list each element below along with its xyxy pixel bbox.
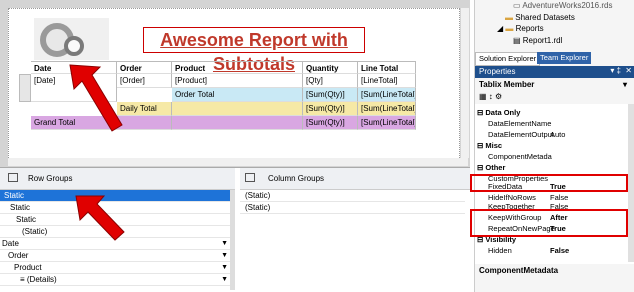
row-group-label: ≡ (Details) bbox=[20, 275, 57, 284]
properties-object-label: Tablix Member bbox=[479, 80, 535, 89]
tree-item-label: Shared Datasets bbox=[515, 13, 575, 22]
tab-team-explorer[interactable]: Team Explorer bbox=[537, 52, 592, 64]
tree-item-label: Report1.rdl bbox=[522, 36, 563, 45]
category-misc[interactable]: ⊟ Misc bbox=[475, 141, 627, 151]
tree-item-datasource[interactable]: ▭ AdventureWorks2016.rds bbox=[513, 1, 612, 10]
header-product[interactable]: Product bbox=[172, 61, 303, 74]
category-data-only[interactable]: ⊟ Data Only bbox=[475, 108, 627, 118]
properties-object[interactable]: Tablix Member ▾ bbox=[479, 80, 629, 90]
daily-total-qty[interactable]: [Sum(Qty)] bbox=[303, 102, 358, 116]
tree-item-label: AdventureWorks2016.rds bbox=[522, 1, 613, 10]
close-icon[interactable]: ✕ bbox=[625, 66, 632, 75]
report-title[interactable]: Awesome Report with Subtotals bbox=[143, 27, 365, 74]
highlight-keepwithgroup bbox=[470, 209, 628, 237]
highlight-fixeddata bbox=[470, 174, 628, 192]
cell-qty[interactable]: [Qty] bbox=[303, 74, 358, 88]
properties-header: Properties ▾ ‡ ✕ bbox=[475, 66, 634, 78]
row-group-label: Order bbox=[8, 251, 29, 260]
row-group-item[interactable]: Order ▼ bbox=[0, 250, 230, 262]
report-logo[interactable] bbox=[34, 18, 109, 60]
header-line-total[interactable]: Line Total bbox=[358, 61, 416, 74]
property-row[interactable]: DataElementOutput Auto bbox=[475, 130, 627, 140]
daily-total-line[interactable]: [Sum(LineTotal)] bbox=[358, 102, 416, 116]
folder-icon: ▬ bbox=[505, 24, 516, 33]
pin-icon[interactable]: ▾ ‡ bbox=[610, 66, 621, 75]
wrench-icon[interactable]: ⚙ bbox=[495, 92, 502, 101]
header-quantity[interactable]: Quantity bbox=[303, 61, 358, 74]
report-file-icon: ▤ bbox=[513, 36, 523, 45]
row-group-label: Static bbox=[16, 215, 37, 224]
column-group-label: (Static) bbox=[245, 191, 271, 200]
folder-icon: ▬ bbox=[505, 13, 516, 22]
explorer-tabs: Solution Explorer Team Explorer bbox=[475, 52, 634, 66]
row-group-item[interactable]: ≡ (Details) ▼ bbox=[0, 274, 230, 286]
arrow-annotation-icon bbox=[69, 64, 123, 132]
row-groups-label: Row Groups bbox=[28, 174, 73, 183]
properties-description: ComponentMetadata bbox=[479, 266, 559, 275]
tree-item-shared-datasets[interactable]: ▬ Shared Datasets bbox=[505, 13, 575, 22]
column-groups-header: Column Groups bbox=[240, 168, 470, 190]
arrow-annotation-icon bbox=[75, 195, 125, 241]
row-group-label: (Static) bbox=[22, 227, 48, 236]
property-row[interactable]: DataElementName bbox=[475, 119, 627, 129]
row-groups-header: Row Groups bbox=[0, 168, 235, 190]
grand-total-qty[interactable]: [Sum(Qty)] bbox=[303, 116, 358, 130]
column-groups-list: (Static) (Static) bbox=[240, 190, 470, 292]
properties-toolbar: ▦ ↕ ⚙ bbox=[479, 92, 519, 102]
row-group-label: Static bbox=[4, 191, 25, 200]
tree-item-label: Reports bbox=[515, 24, 544, 33]
categorized-icon[interactable]: ▦ bbox=[479, 92, 487, 101]
column-group-item[interactable]: (Static) bbox=[240, 202, 465, 214]
column-groups-label: Column Groups bbox=[268, 174, 325, 183]
order-total-qty[interactable]: [Sum(Qty)] bbox=[303, 88, 358, 102]
order-total-line[interactable]: [Sum(LineTotal)] bbox=[358, 88, 416, 102]
column-group-item[interactable]: (Static) bbox=[240, 190, 465, 202]
chevron-down-icon[interactable]: ▼ bbox=[221, 274, 228, 286]
datasource-icon: ▭ bbox=[513, 1, 523, 10]
report-design-surface: Awesome Report with Subtotals Date Order… bbox=[0, 0, 470, 168]
gear-small-icon bbox=[64, 36, 84, 56]
tab-solution-explorer[interactable]: Solution Explorer bbox=[475, 52, 541, 66]
right-panel: ▭ AdventureWorks2016.rds ▬ Shared Datase… bbox=[474, 0, 634, 292]
properties-title: Properties bbox=[479, 67, 516, 76]
property-row[interactable]: Hidden False bbox=[475, 246, 627, 256]
chevron-down-icon[interactable]: ▾ bbox=[623, 80, 627, 89]
category-other[interactable]: ⊟ Other bbox=[475, 163, 627, 173]
grand-total-blank[interactable] bbox=[172, 116, 303, 130]
row-group-item[interactable]: Product ▼ bbox=[0, 262, 230, 274]
grid-icon bbox=[245, 173, 255, 182]
row-group-label: Date bbox=[2, 239, 19, 248]
cell-product[interactable]: [Product] bbox=[172, 74, 303, 88]
row-handle[interactable] bbox=[19, 74, 31, 102]
row-groups-scrollbar[interactable] bbox=[230, 190, 235, 290]
design-horizontal-scrollbar[interactable] bbox=[8, 158, 468, 166]
tree-item-reports[interactable]: ◢ ▬ Reports bbox=[497, 24, 544, 33]
cell-line-total[interactable]: [LineTotal] bbox=[358, 74, 416, 88]
design-vertical-scrollbar[interactable] bbox=[461, 8, 469, 158]
property-row[interactable]: ComponentMetada bbox=[475, 152, 627, 162]
chevron-down-icon[interactable]: ▼ bbox=[221, 238, 228, 250]
alphabetical-icon[interactable]: ↕ bbox=[489, 92, 493, 101]
tree-item-report1[interactable]: ▤ Report1.rdl bbox=[513, 36, 562, 45]
properties-scrollbar[interactable] bbox=[628, 104, 634, 262]
chevron-down-icon[interactable]: ▼ bbox=[221, 250, 228, 262]
grouping-pane: Row Groups Column Groups Static Static S… bbox=[0, 168, 470, 292]
grand-total-line[interactable]: [Sum(LineTotal)] bbox=[358, 116, 416, 130]
daily-total-blank[interactable] bbox=[172, 102, 303, 116]
row-group-label: Static bbox=[10, 203, 31, 212]
grid-icon bbox=[8, 173, 18, 182]
chevron-down-icon[interactable]: ▼ bbox=[221, 262, 228, 274]
column-group-label: (Static) bbox=[245, 203, 271, 212]
order-total-label[interactable]: Order Total bbox=[172, 88, 303, 102]
row-group-label: Product bbox=[14, 263, 42, 272]
